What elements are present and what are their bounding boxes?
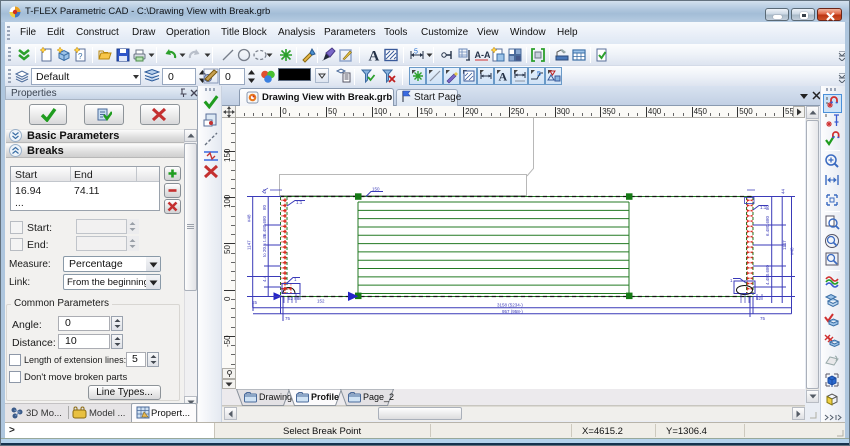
svg-text:4.4: 4.4 [262,275,267,282]
svg-text:A-A: A-A [475,50,491,60]
svg-text:80: 80 [765,204,770,210]
svg-text:25: 25 [252,300,258,305]
svg-text:#48: #48 [247,214,252,222]
svg-text:152: 152 [317,299,325,304]
svg-text:4.480.680: 4.480.680 [765,264,770,285]
svg-text:150: 150 [372,187,380,192]
svg-text:1: 1 [730,278,733,283]
svg-text:1147: 1147 [247,240,252,250]
svg-text:A: A [499,70,508,84]
svg-text:957 (958-): 957 (958-) [502,309,523,314]
svg-text:6.480.680: 6.480.680 [765,215,770,236]
svg-text:1147: 1147 [782,240,787,250]
svg-text:to 20.5 t.45: to 20.5 t.45 [262,234,267,257]
svg-text:5: 5 [414,49,418,56]
svg-text:75: 75 [285,316,291,321]
svg-text:1:1: 1:1 [296,200,303,205]
svg-text:6.480.680: 6.480.680 [262,215,267,236]
svg-text:?: ? [78,52,83,61]
svg-text:52 88: 52 88 [288,296,300,301]
svg-text:5: 5 [537,71,541,78]
svg-text:A: A [369,49,380,64]
svg-text:44: 44 [781,188,786,194]
svg-text:75: 75 [760,316,766,321]
svg-text:3158 (5234-): 3158 (5234-) [497,303,523,308]
svg-text:#48: #48 [790,247,795,255]
svg-text:80: 80 [262,204,267,210]
